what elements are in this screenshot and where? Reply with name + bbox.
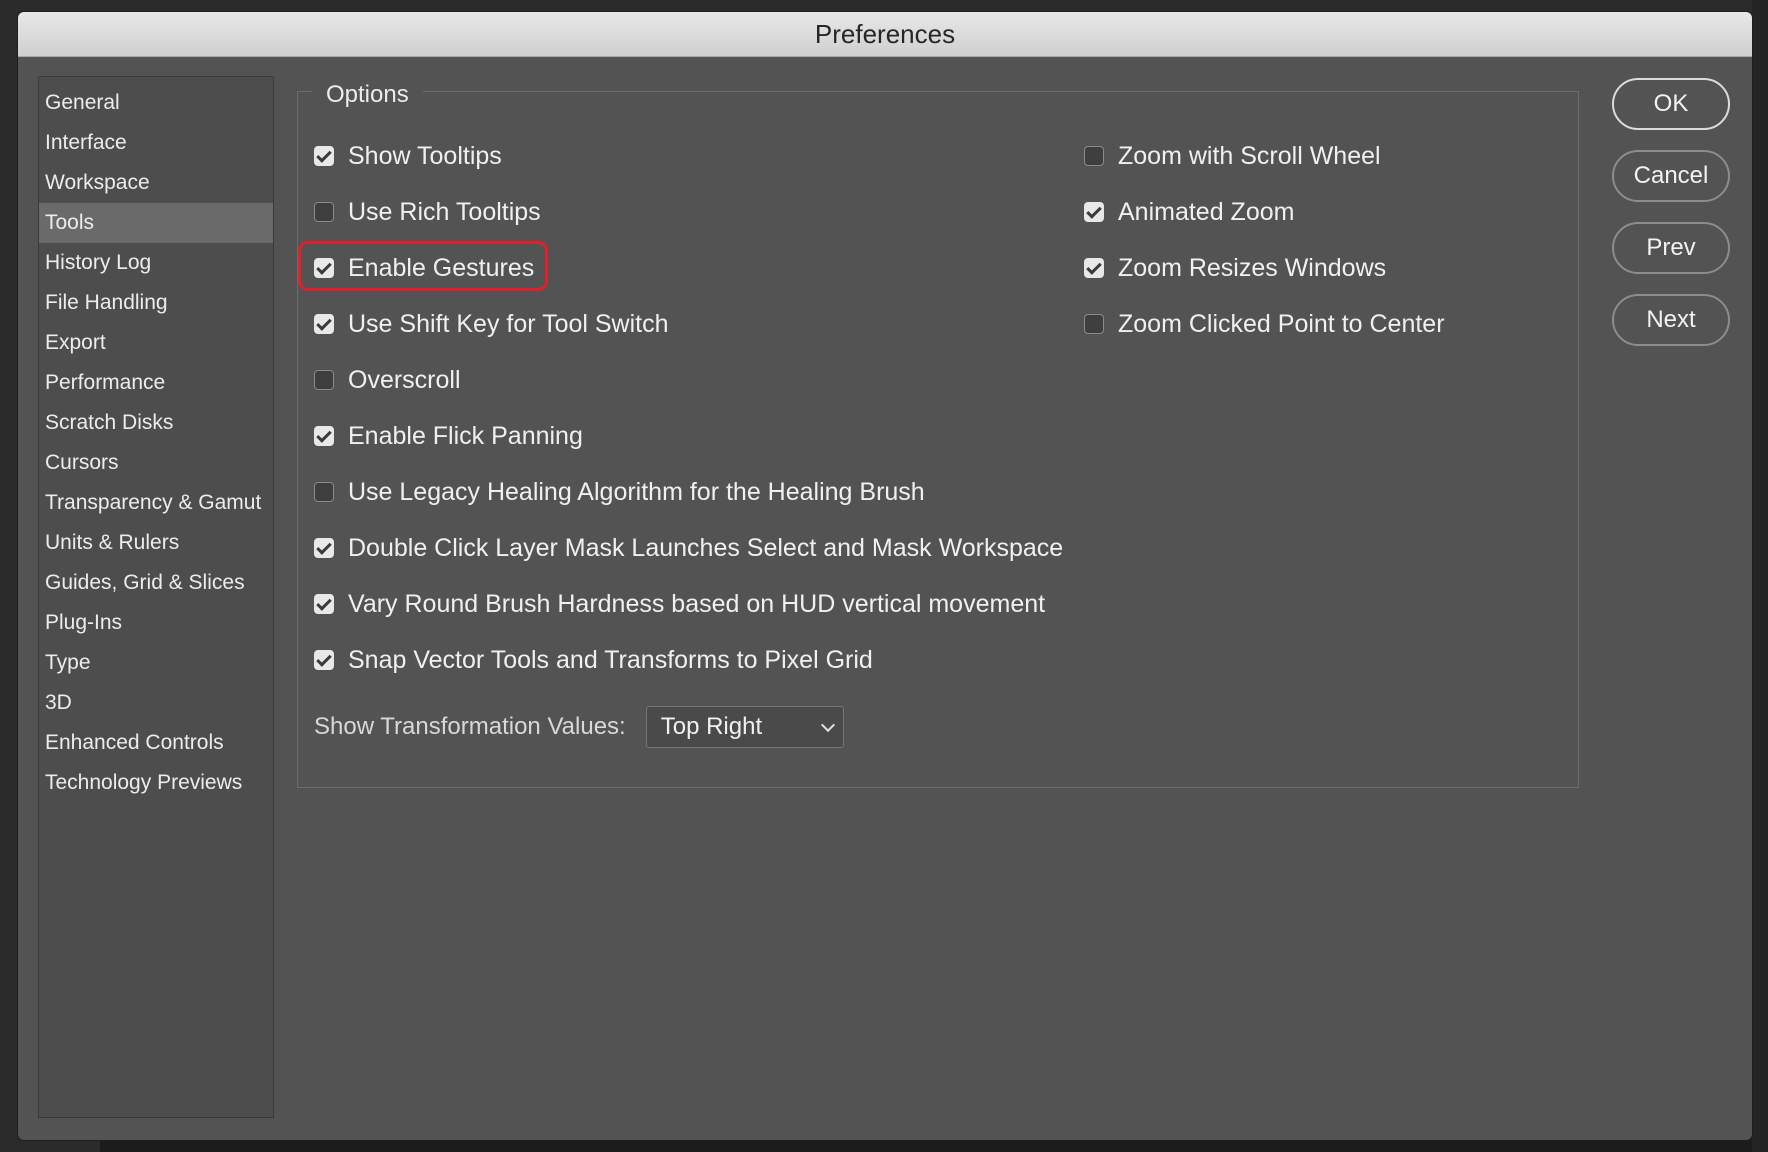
use-rich-tooltips-label: Use Rich Tooltips [348,197,541,226]
option-use-legacy-healing-algorithm-for-the-healing-brush[interactable]: Use Legacy Healing Algorithm for the Hea… [314,464,1063,520]
sidebar-item-plug-ins[interactable]: Plug-Ins [39,603,273,643]
enable-flick-panning-label: Enable Flick Panning [348,421,583,450]
option-vary-round-brush-hardness-based-on-hud-vertical-movement[interactable]: Vary Round Brush Hardness based on HUD v… [314,576,1063,632]
use-rich-tooltips-checkbox[interactable] [314,202,334,222]
sidebar-item-history-log[interactable]: History Log [39,243,273,283]
snap-vector-tools-and-transforms-to-pixel-grid-label: Snap Vector Tools and Transforms to Pixe… [348,645,873,674]
overscroll-checkbox[interactable] [314,370,334,390]
background-canvas [100,1138,1768,1152]
preferences-dialog: Preferences General Interface Workspace Too… [18,12,1752,1140]
options-left-column: Show Tooltips Use Rich Tooltips Enable Ges… [298,128,1063,688]
zoom-resizes-windows-checkbox[interactable] [1084,258,1104,278]
transformation-values-selected: Top Right [660,713,763,740]
sidebar-item-file-handling[interactable]: File Handling [39,283,273,323]
option-use-shift-key-for-tool-switch[interactable]: Use Shift Key for Tool Switch [314,296,1063,352]
sidebar-item-enhanced-controls[interactable]: Enhanced Controls [39,723,273,763]
animated-zoom-checkbox[interactable] [1084,202,1104,222]
sidebar-item-3d[interactable]: 3D [39,683,273,723]
sidebar-item-transparency-gamut[interactable]: Transparency & Gamut [39,483,273,523]
show-tooltips-label: Show Tooltips [348,141,502,170]
next-button[interactable]: Next [1612,294,1730,346]
use-legacy-healing-algorithm-for-the-healing-brush-label: Use Legacy Healing Algorithm for the Hea… [348,477,925,506]
option-double-click-layer-mask-launches-select-and-mask-workspace[interactable]: Double Click Layer Mask Launches Select … [314,520,1063,576]
option-enable-gestures[interactable]: Enable Gestures [298,240,1063,296]
vary-round-brush-hardness-based-on-hud-vertical-movement-checkbox[interactable] [314,594,334,614]
sidebar-item-interface[interactable]: Interface [39,123,273,163]
sidebar-item-type[interactable]: Type [39,643,273,683]
transformation-values-label: Show Transformation Values: [314,713,626,740]
animated-zoom-label: Animated Zoom [1118,197,1295,226]
window-title: Preferences [18,12,1752,57]
sidebar-item-tools[interactable]: Tools [39,203,273,243]
sidebar-item-workspace[interactable]: Workspace [39,163,273,203]
transformation-values-select[interactable]: Top Right [645,706,844,748]
zoom-resizes-windows-label: Zoom Resizes Windows [1118,253,1387,282]
use-shift-key-for-tool-switch-label: Use Shift Key for Tool Switch [348,309,669,338]
option-zoom-clicked-point-to-center[interactable]: Zoom Clicked Point to Center [1084,296,1445,352]
options-legend: Options [312,80,423,110]
zoom-clicked-point-to-center-checkbox[interactable] [1084,314,1104,334]
option-show-tooltips[interactable]: Show Tooltips [314,128,1063,184]
overscroll-label: Overscroll [348,365,461,394]
option-overscroll[interactable]: Overscroll [314,352,1063,408]
vary-round-brush-hardness-based-on-hud-vertical-movement-label: Vary Round Brush Hardness based on HUD v… [348,589,1046,618]
options-right-column: Zoom with Scroll Wheel Animated Zoom Zoom … [1084,128,1445,352]
option-zoom-with-scroll-wheel[interactable]: Zoom with Scroll Wheel [1084,128,1445,184]
option-use-rich-tooltips[interactable]: Use Rich Tooltips [314,184,1063,240]
option-animated-zoom[interactable]: Animated Zoom [1084,184,1445,240]
double-click-layer-mask-launches-select-and-mask-workspace-label: Double Click Layer Mask Launches Select … [348,533,1064,562]
sidebar-item-cursors[interactable]: Cursors [39,443,273,483]
show-tooltips-checkbox[interactable] [314,146,334,166]
background-edge [1752,0,1768,1152]
options-group: Options Show Tooltips Use Rich Tooltips En… [297,80,1579,788]
use-legacy-healing-algorithm-for-the-healing-brush-checkbox[interactable] [314,482,334,502]
option-enable-flick-panning[interactable]: Enable Flick Panning [314,408,1063,464]
cancel-button[interactable]: Cancel [1612,150,1730,202]
chevron-down-icon [820,717,835,732]
snap-vector-tools-and-transforms-to-pixel-grid-checkbox[interactable] [314,650,334,670]
enable-gestures-label: Enable Gestures [348,253,535,282]
zoom-with-scroll-wheel-label: Zoom with Scroll Wheel [1118,141,1381,170]
enable-gestures-checkbox[interactable] [314,258,334,278]
sidebar-item-export[interactable]: Export [39,323,273,363]
sidebar-item-units-rulers[interactable]: Units & Rulers [39,523,273,563]
prev-button[interactable]: Prev [1612,222,1730,274]
sidebar-item-technology-previews[interactable]: Technology Previews [39,763,273,803]
double-click-layer-mask-launches-select-and-mask-workspace-checkbox[interactable] [314,538,334,558]
option-zoom-resizes-windows[interactable]: Zoom Resizes Windows [1084,240,1445,296]
category-sidebar: General Interface Workspace Tools History Lo… [38,76,274,1118]
use-shift-key-for-tool-switch-checkbox[interactable] [314,314,334,334]
zoom-with-scroll-wheel-checkbox[interactable] [1084,146,1104,166]
sidebar-item-scratch-disks[interactable]: Scratch Disks [39,403,273,443]
sidebar-item-performance[interactable]: Performance [39,363,273,403]
category-list: General Interface Workspace Tools History Lo… [39,77,273,803]
zoom-clicked-point-to-center-label: Zoom Clicked Point to Center [1118,309,1445,338]
ok-button[interactable]: OK [1612,78,1730,130]
option-snap-vector-tools-and-transforms-to-pixel-grid[interactable]: Snap Vector Tools and Transforms to Pixe… [314,632,1063,688]
transformation-values-row: Show Transformation Values: Top Right [314,706,844,748]
enable-flick-panning-checkbox[interactable] [314,426,334,446]
sidebar-item-general[interactable]: General [39,83,273,123]
sidebar-item-guides-grid-slices[interactable]: Guides, Grid & Slices [39,563,273,603]
